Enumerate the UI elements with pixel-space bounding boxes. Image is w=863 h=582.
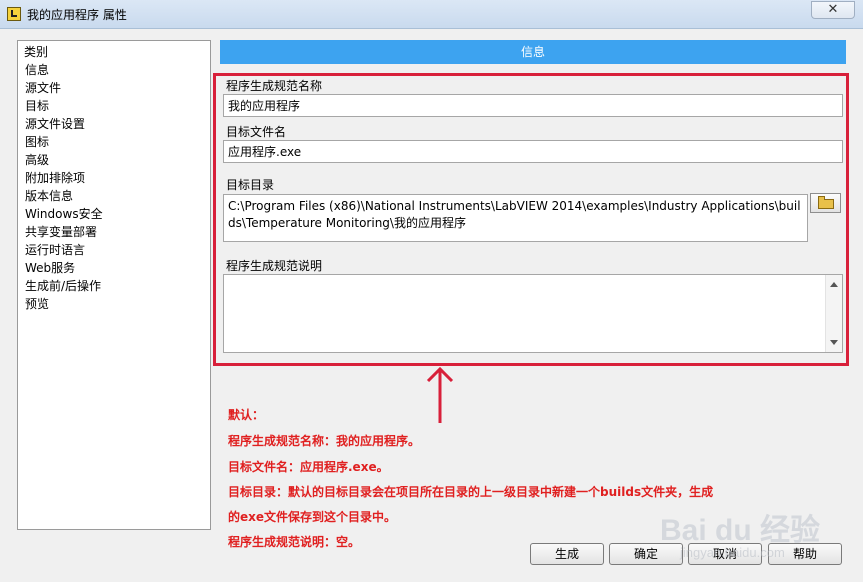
category-item-runtime-languages[interactable]: 运行时语言	[24, 241, 104, 259]
description-textarea[interactable]	[223, 274, 843, 353]
category-panel: 类别 信息 源文件 目标 源文件设置 图标 高级 附加排除项 版本信息 Wind…	[17, 40, 211, 530]
category-item-windows-security[interactable]: Windows安全	[24, 205, 104, 223]
category-item-icon[interactable]: 图标	[24, 133, 104, 151]
target-filename-label: 目标文件名	[226, 125, 287, 139]
close-button[interactable]: ✕	[811, 1, 855, 19]
category-item-web-services[interactable]: Web服务	[24, 259, 104, 277]
scroll-down-arrow-icon[interactable]	[830, 340, 838, 345]
annotation-line: 程序生成规范名称：我的应用程序。	[228, 434, 421, 448]
annotation-arrow-icon	[426, 366, 454, 423]
folder-icon	[818, 196, 834, 209]
category-item-source-files[interactable]: 源文件	[24, 79, 104, 97]
description-scrollbar[interactable]	[825, 275, 842, 352]
target-directory-label: 目标目录	[226, 178, 275, 192]
description-label: 程序生成规范说明	[226, 259, 323, 273]
annotation-line: 的exe文件保存到这个目录中。	[228, 510, 397, 524]
help-button[interactable]: 帮助	[768, 543, 842, 565]
category-list: 信息 源文件 目标 源文件设置 图标 高级 附加排除项 版本信息 Windows…	[24, 61, 104, 313]
window-title: 我的应用程序 属性	[27, 8, 127, 22]
build-button[interactable]: 生成	[530, 543, 604, 565]
annotation-line: 目标目录：默认的目标目录会在项目所在目录的上一级目录中新建一个builds文件夹…	[228, 485, 714, 499]
section-header: 信息	[220, 40, 846, 64]
scroll-up-arrow-icon[interactable]	[830, 282, 838, 287]
build-name-input[interactable]: 我的应用程序	[223, 94, 843, 117]
category-item-advanced[interactable]: 高级	[24, 151, 104, 169]
category-item-source-file-settings[interactable]: 源文件设置	[24, 115, 104, 133]
target-directory-input[interactable]: C:\Program Files (x86)\National Instrume…	[223, 194, 808, 242]
annotation-line: 默认：	[228, 408, 265, 422]
category-item-preview[interactable]: 预览	[24, 295, 104, 313]
category-item-pre-post-build-actions[interactable]: 生成前/后操作	[24, 277, 104, 295]
build-name-label: 程序生成规范名称	[226, 79, 323, 93]
category-item-additional-exclusions[interactable]: 附加排除项	[24, 169, 104, 187]
category-item-shared-variable-deployment[interactable]: 共享变量部署	[24, 223, 104, 241]
target-filename-input[interactable]: 应用程序.exe	[223, 140, 843, 163]
category-header: 类别	[24, 45, 49, 59]
browse-folder-button[interactable]	[810, 193, 841, 213]
annotation-line: 目标文件名：应用程序.exe。	[228, 460, 389, 474]
category-item-info[interactable]: 信息	[25, 63, 49, 77]
category-item-destinations[interactable]: 目标	[24, 97, 104, 115]
annotation-line: 程序生成规范说明：空。	[228, 535, 361, 549]
category-item-version-info[interactable]: 版本信息	[24, 187, 104, 205]
ok-button[interactable]: 确定	[609, 543, 683, 565]
labview-app-icon	[7, 7, 21, 21]
title-bar: 我的应用程序 属性 ✕	[0, 0, 863, 29]
cancel-button[interactable]: 取消	[688, 543, 762, 565]
